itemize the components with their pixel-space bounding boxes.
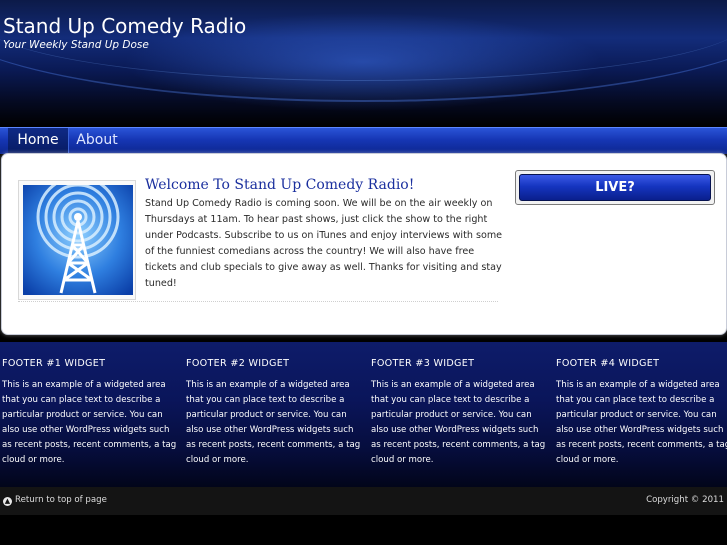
arrow-up-icon: ▲ xyxy=(3,497,12,506)
content-area: Welcome To Stand Up Comedy Radio! Stand … xyxy=(1,153,727,335)
widget-title: FOOTER #1 WIDGET xyxy=(2,358,106,369)
widget-text: This is an example of a widgeted area th… xyxy=(186,380,361,465)
site-description: Your Weekly Stand Up Dose xyxy=(3,39,149,51)
return-to-top-link[interactable]: ▲ Return to top of page xyxy=(3,495,107,506)
widget-text: This is an example of a widgeted area th… xyxy=(556,380,727,465)
widget-text: This is an example of a widgeted area th… xyxy=(371,380,546,465)
footer-widget-1: FOOTER #1 WIDGET This is an example of a… xyxy=(2,358,177,468)
nav-item-about[interactable]: About xyxy=(70,128,124,154)
site-header: Stand Up Comedy Radio Your Weekly Stand … xyxy=(0,0,727,127)
copyright: Copyright © 2011 xyxy=(646,495,724,505)
footer-widgets: FOOTER #1 WIDGET This is an example of a… xyxy=(0,342,727,487)
radio-tower-icon xyxy=(23,185,133,295)
main-nav: Home About xyxy=(0,127,727,154)
widget-text: This is an example of a widgeted area th… xyxy=(2,380,177,465)
post-thumbnail[interactable] xyxy=(18,180,136,300)
nav-item-home[interactable]: Home xyxy=(8,128,69,154)
page-bottom xyxy=(0,515,727,545)
post-divider xyxy=(18,301,498,302)
post-title[interactable]: Welcome To Stand Up Comedy Radio! xyxy=(145,177,414,193)
footer-widget-4: FOOTER #4 WIDGET This is an example of a… xyxy=(556,358,727,468)
footer-widget-2: FOOTER #2 WIDGET This is an example of a… xyxy=(186,358,361,468)
site-title[interactable]: Stand Up Comedy Radio xyxy=(3,14,246,38)
widget-title: FOOTER #2 WIDGET xyxy=(186,358,290,369)
post-body: Stand Up Comedy Radio is coming soon. We… xyxy=(145,198,503,289)
live-button[interactable]: LIVE? xyxy=(519,174,711,201)
return-label: Return to top of page xyxy=(15,495,107,505)
footer-widget-3: FOOTER #3 WIDGET This is an example of a… xyxy=(371,358,546,468)
widget-title: FOOTER #3 WIDGET xyxy=(371,358,475,369)
widget-title: FOOTER #4 WIDGET xyxy=(556,358,660,369)
live-widget: LIVE? xyxy=(515,170,715,205)
bottom-bar: ▲ Return to top of page Copyright © 2011 xyxy=(0,487,727,515)
